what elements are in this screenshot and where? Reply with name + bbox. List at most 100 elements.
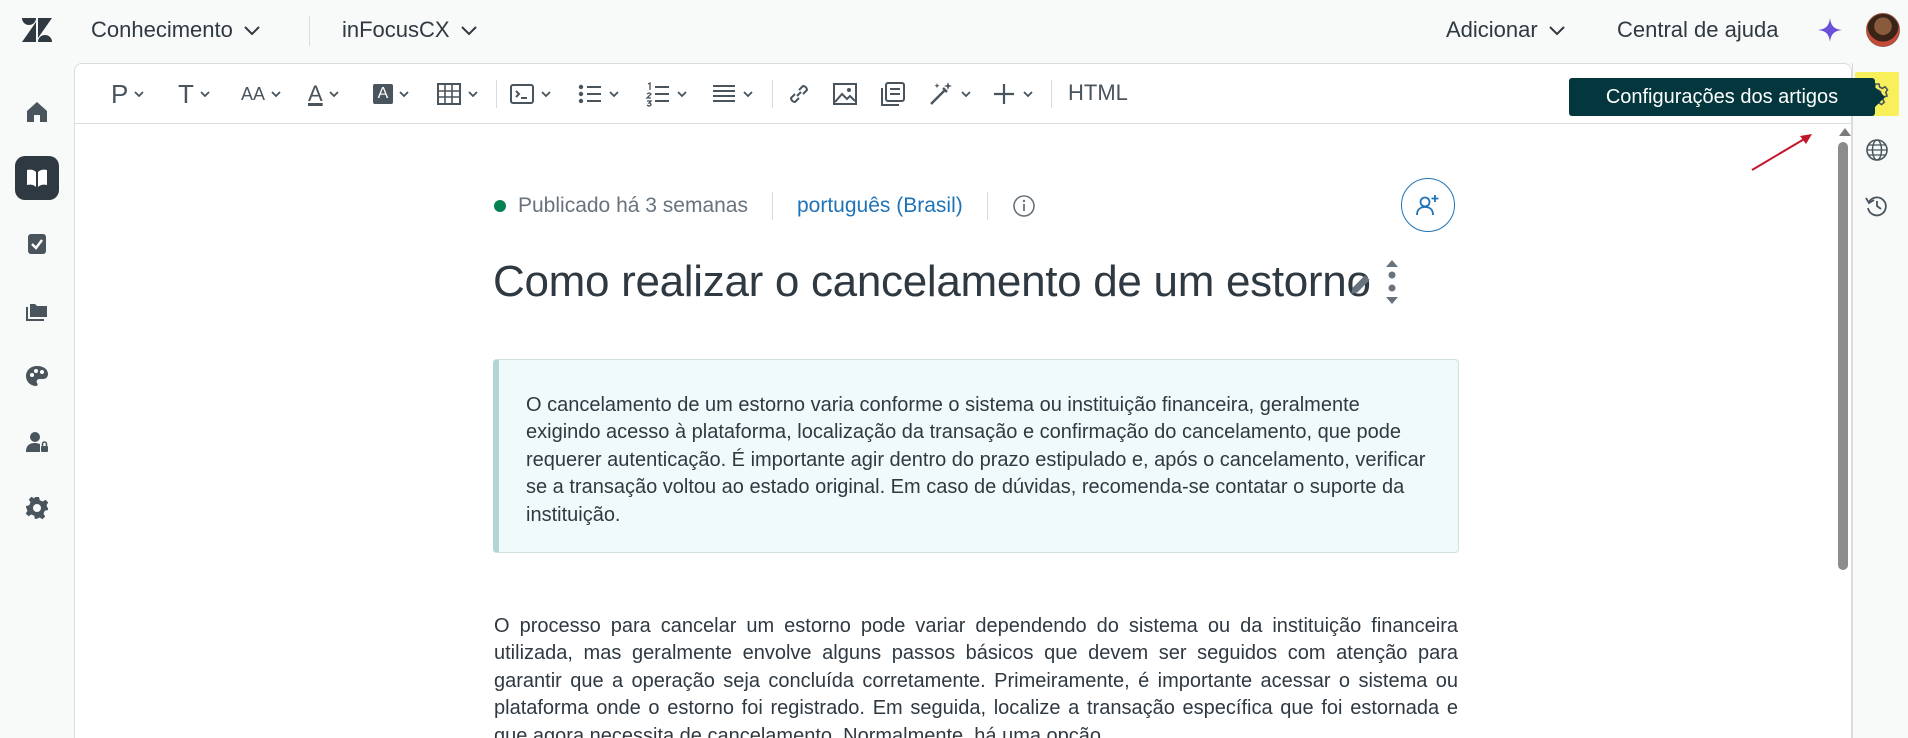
- nav-home[interactable]: [15, 90, 59, 134]
- translations-button[interactable]: [1855, 128, 1899, 172]
- html-source-button[interactable]: HTML: [1068, 80, 1128, 106]
- highlight-glyph: A: [373, 84, 393, 104]
- zendesk-logo-icon[interactable]: [20, 16, 54, 44]
- insert-more-dropdown[interactable]: [991, 78, 1035, 110]
- chevron-down-icon: [329, 91, 339, 98]
- home-icon: [27, 102, 47, 122]
- help-center-label: Central de ajuda: [1617, 17, 1779, 42]
- ai-sparkle-icon[interactable]: [1816, 16, 1844, 44]
- chevron-down-icon: [1023, 91, 1033, 98]
- paragraph-style-glyph: P: [111, 78, 129, 109]
- code-block-dropdown[interactable]: [509, 78, 553, 110]
- product-switcher-label: Conhecimento: [91, 17, 233, 42]
- revision-history-button[interactable]: [1855, 184, 1899, 228]
- link-icon: [789, 84, 809, 104]
- book-open-icon: [27, 169, 47, 187]
- published-status-dot: [494, 200, 506, 212]
- nav-folders[interactable]: [15, 288, 59, 332]
- ai-tools-dropdown[interactable]: [927, 78, 973, 110]
- insert-link-button[interactable]: [785, 78, 813, 110]
- toolbar-divider: [1051, 80, 1052, 108]
- nav-content-review[interactable]: [15, 222, 59, 266]
- text-color-glyph: A: [308, 81, 323, 106]
- bulleted-list-icon: [578, 84, 601, 104]
- publish-status: Publicado há 3 semanas: [518, 194, 748, 217]
- chevron-down-icon: [134, 91, 144, 98]
- chevron-down-icon: [200, 91, 210, 98]
- scrollbar-thumb[interactable]: [1838, 142, 1848, 570]
- summary-callout[interactable]: O cancelamento de um estorno varia confo…: [493, 359, 1459, 553]
- chevron-down-icon: [271, 91, 281, 98]
- align-justify-icon: [713, 85, 735, 102]
- nav-settings[interactable]: [15, 486, 59, 530]
- globe-icon: [1866, 139, 1888, 161]
- summary-callout-text: O cancelamento de um estorno varia confo…: [526, 394, 1426, 526]
- chevron-down-icon: [541, 91, 551, 98]
- magic-wand-icon: [930, 82, 952, 105]
- product-nav: [0, 60, 73, 738]
- chevron-down-icon: [399, 91, 409, 98]
- insert-content-block-button[interactable]: [879, 78, 907, 110]
- heading-dropdown[interactable]: T: [178, 78, 212, 110]
- collaborators-button[interactable]: [1401, 178, 1455, 232]
- heading-glyph: T: [178, 78, 194, 109]
- user-lock-icon: [26, 432, 48, 452]
- help-center-link[interactable]: Central de ajuda: [1617, 14, 1778, 46]
- font-size-glyph: AA: [241, 83, 266, 104]
- chevron-down-icon: [609, 91, 619, 98]
- checklist-icon: [28, 234, 46, 254]
- chevron-down-icon: [1549, 26, 1565, 36]
- plus-icon: [994, 84, 1014, 104]
- chevron-down-icon: [460, 26, 477, 36]
- pencil-icon[interactable]: [1348, 271, 1374, 297]
- language-link[interactable]: português (Brasil): [797, 194, 963, 218]
- palette-icon: [26, 366, 48, 386]
- nav-knowledge[interactable]: [15, 156, 59, 200]
- content-block-icon: [881, 82, 905, 106]
- numbered-list-icon: [645, 81, 669, 107]
- highlight-color-dropdown[interactable]: A: [373, 78, 411, 110]
- add-menu-label: Adicionar: [1446, 17, 1538, 42]
- table-dropdown[interactable]: [436, 78, 480, 110]
- alignment-dropdown[interactable]: [711, 78, 755, 110]
- product-switcher[interactable]: Conhecimento: [91, 14, 261, 46]
- brand-switcher[interactable]: inFocusCX: [342, 14, 478, 46]
- insert-image-button[interactable]: [831, 78, 859, 110]
- user-avatar[interactable]: [1866, 13, 1900, 47]
- tooltip-text: Configurações dos artigos: [1605, 85, 1839, 108]
- text-color-dropdown[interactable]: A: [308, 78, 341, 110]
- font-size-dropdown[interactable]: AA: [241, 78, 283, 110]
- meta-divider: [772, 192, 773, 220]
- history-icon: [1865, 196, 1887, 217]
- brand-switcher-label: inFocusCX: [342, 17, 450, 42]
- nav-user-permissions[interactable]: [15, 420, 59, 464]
- add-menu-button[interactable]: Adicionar: [1446, 14, 1566, 46]
- header-divider: [309, 16, 310, 46]
- chevron-down-icon: [677, 91, 687, 98]
- editor-scrollbar[interactable]: [1835, 124, 1851, 738]
- chevron-down-icon: [743, 91, 753, 98]
- image-icon: [833, 83, 857, 105]
- toolbar-divider: [772, 80, 773, 108]
- chevron-down-icon: [961, 91, 971, 98]
- meta-divider: [986, 192, 988, 220]
- right-rail: [1852, 63, 1908, 738]
- paragraph-style-dropdown[interactable]: P: [111, 78, 146, 110]
- folders-icon: [26, 304, 47, 321]
- scroll-up-arrow[interactable]: [1839, 128, 1851, 136]
- toolbar-divider: [496, 80, 497, 108]
- numbered-list-dropdown[interactable]: [645, 78, 689, 110]
- nav-themes[interactable]: [15, 354, 59, 398]
- gear-icon: [25, 496, 49, 520]
- chevron-down-icon: [468, 91, 478, 98]
- info-icon[interactable]: [1012, 194, 1036, 218]
- table-icon: [437, 83, 461, 105]
- code-block-icon: [510, 84, 534, 104]
- add-user-icon: [1416, 195, 1439, 216]
- reorder-handle-icon[interactable]: [1385, 259, 1399, 305]
- article-title[interactable]: Como realizar o cancelamento de um estor…: [493, 257, 1371, 307]
- annotation-arrow-icon: [1751, 134, 1812, 171]
- top-bar: Conhecimento inFocusCX Adicionar Central…: [0, 0, 1908, 60]
- article-body-text[interactable]: O processo para cancelar um estorno pode…: [494, 613, 1458, 738]
- bulleted-list-dropdown[interactable]: [577, 78, 621, 110]
